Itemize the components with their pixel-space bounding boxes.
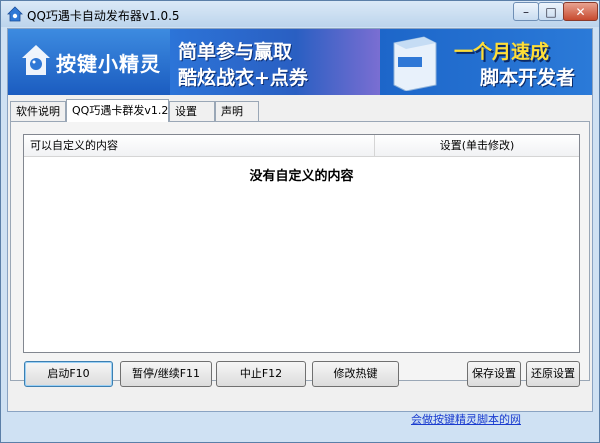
close-button[interactable]: ✕ (563, 2, 598, 21)
stop-button[interactable]: 中止F12 (216, 361, 306, 387)
maximize-button[interactable]: □ (538, 2, 564, 21)
ad-banner-course[interactable]: 一个月速成 脚本开发者 (380, 29, 592, 95)
tab-about[interactable]: 软件说明 (10, 101, 66, 121)
ad2-line2: 脚本开发者 (480, 67, 576, 89)
tab-mass-send[interactable]: QQ巧遇卡群发v1.2 (66, 99, 169, 122)
ad2-line1: 一个月速成 (454, 41, 550, 63)
client-area: 按键小精灵 简单参与赢取 酷炫战衣+点券 一个月速成 脚本开发者 软件说明 QQ… (7, 28, 593, 412)
edit-hotkey-button[interactable]: 修改热键 (312, 361, 399, 387)
tab-statement[interactable]: 声明 (215, 101, 259, 121)
ad-banner-prize[interactable]: 简单参与赢取 酷炫战衣+点券 (170, 29, 535, 95)
app-window: QQ巧遇卡自动发布器v1.0.5 – □ ✕ 按键小精灵 简单参与赢取 酷炫战衣… (0, 0, 600, 443)
house-logo-icon (22, 45, 50, 75)
ad1-line2: 酷炫战衣+点券 (178, 67, 308, 89)
start-button[interactable]: 启动F10 (24, 361, 113, 387)
logo-text: 按键小精灵 (56, 52, 161, 76)
app-icon (7, 6, 23, 22)
window-title: QQ巧遇卡自动发布器v1.0.5 (27, 9, 180, 23)
custom-content-list[interactable]: 可以自定义的内容 设置(单击修改) 没有自定义的内容 (23, 134, 580, 353)
banner: 按键小精灵 简单参与赢取 酷炫战衣+点券 一个月速成 脚本开发者 (8, 29, 592, 95)
list-header: 可以自定义的内容 设置(单击修改) (24, 135, 579, 157)
tab-settings[interactable]: 设置 (169, 101, 215, 121)
column-header-setting[interactable]: 设置(单击修改) (375, 135, 579, 157)
column-header-content[interactable]: 可以自定义的内容 (30, 135, 374, 157)
tab-bar: 软件说明 QQ巧遇卡群发v1.2 设置 声明 (10, 99, 590, 122)
restore-settings-button[interactable]: 还原设置 (526, 361, 580, 387)
pause-resume-button[interactable]: 暂停/继续F11 (120, 361, 212, 387)
footer-link[interactable]: 会做按键精灵脚本的网 (411, 411, 521, 427)
tab-panel: 可以自定义的内容 设置(单击修改) 没有自定义的内容 启动F10 暂停/继续F1… (10, 121, 590, 387)
empty-list-message: 没有自定义的内容 (249, 169, 354, 184)
logo: 按键小精灵 (8, 29, 170, 95)
ad1-line1: 简单参与赢取 (178, 41, 293, 63)
save-settings-button[interactable]: 保存设置 (467, 361, 521, 387)
minimize-button[interactable]: – (513, 2, 539, 21)
title-bar[interactable]: QQ巧遇卡自动发布器v1.0.5 – □ ✕ (1, 1, 599, 27)
product-box-icon (393, 36, 437, 91)
